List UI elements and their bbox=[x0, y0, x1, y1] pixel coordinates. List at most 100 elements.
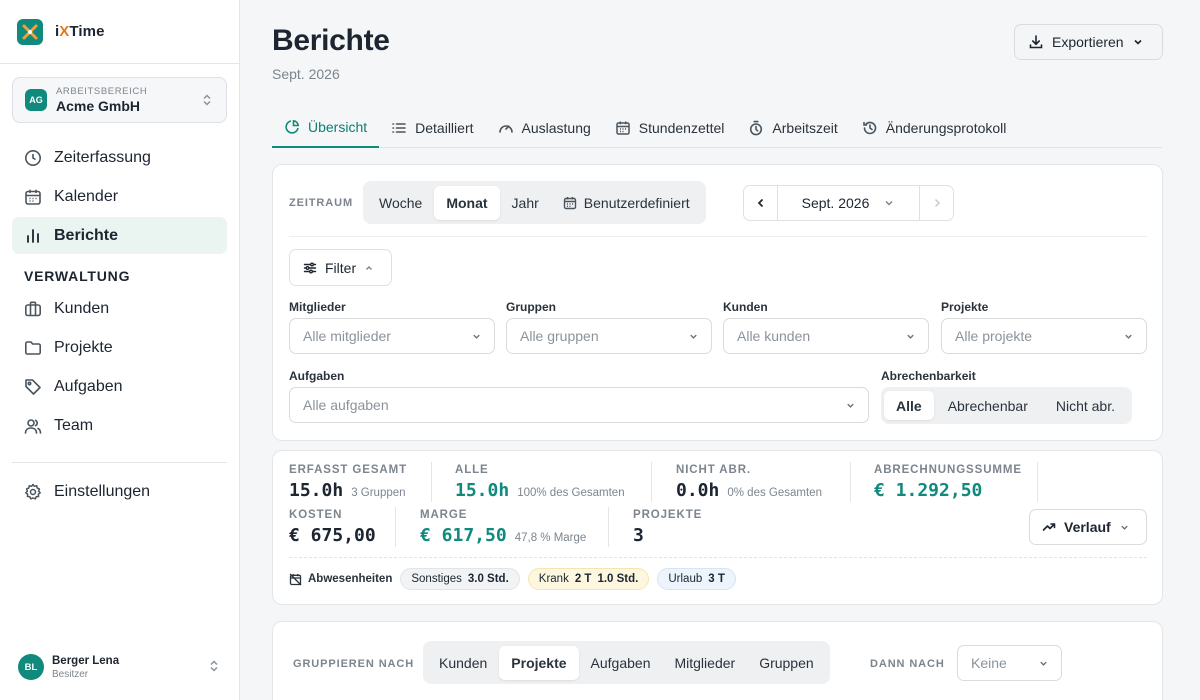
group-by-kunden[interactable]: Kunden bbox=[427, 646, 499, 680]
group-by-gruppen[interactable]: Gruppen bbox=[747, 646, 825, 680]
stat-value: 15.0h bbox=[455, 480, 510, 501]
stat-sub: 3 Gruppen bbox=[351, 487, 406, 499]
nav-item-team[interactable]: Team bbox=[12, 407, 227, 444]
projects-label: Projekte bbox=[941, 300, 989, 314]
members-label: Mitglieder bbox=[289, 300, 346, 314]
billable-billable[interactable]: Abrechenbar bbox=[934, 391, 1042, 420]
stat-all: ALLE 15.0h 100% des Gesamten bbox=[455, 464, 625, 501]
stat-divider bbox=[1037, 462, 1038, 502]
settings-nav: Einstellungen bbox=[12, 473, 227, 512]
projects-select[interactable]: Alle projekte bbox=[941, 318, 1147, 354]
chevron-up-down-icon bbox=[207, 659, 221, 673]
history-icon bbox=[862, 120, 878, 136]
period-select[interactable]: Sept. 2026 bbox=[777, 186, 920, 220]
stopwatch-icon bbox=[748, 120, 764, 136]
billable-all[interactable]: Alle bbox=[884, 391, 934, 420]
gauge-icon bbox=[498, 120, 514, 136]
billable-nonbillable[interactable]: Nicht abr. bbox=[1042, 391, 1129, 420]
nav-section-title: VERWALTUNG bbox=[24, 268, 131, 284]
period-custom[interactable]: Benutzerdefiniert bbox=[551, 186, 702, 220]
chevron-down-icon bbox=[688, 331, 699, 342]
main-content: Berichte Sept. 2026 Exportieren Übersich… bbox=[240, 0, 1200, 700]
workspace-switcher[interactable]: AG ARBEITSBEREICH Acme GmbH bbox=[12, 77, 227, 123]
nav-item-label: Projekte bbox=[54, 338, 113, 356]
tab-label: Auslastung bbox=[521, 120, 591, 136]
calendar-icon bbox=[615, 120, 631, 136]
group-by-label: GRUPPIEREN NACH bbox=[293, 658, 415, 670]
divider bbox=[289, 557, 1147, 558]
stat-label: MARGE bbox=[420, 509, 468, 521]
clients-placeholder: Alle kunden bbox=[737, 328, 811, 344]
brand[interactable]: iXTime bbox=[0, 0, 239, 64]
tab-stundenzettel[interactable]: Stundenzettel bbox=[603, 108, 737, 148]
app-logo-icon bbox=[17, 18, 43, 45]
nav-item-label: Aufgaben bbox=[54, 377, 123, 395]
nav-item-einstellungen[interactable]: Einstellungen bbox=[12, 473, 227, 510]
absence-chip-sonstiges: Sonstiges 3.0 Std. bbox=[400, 568, 520, 590]
chevron-down-icon bbox=[905, 331, 916, 342]
stat-costs: KOSTEN € 675,00 bbox=[289, 509, 376, 546]
group-by-aufgaben[interactable]: Aufgaben bbox=[579, 646, 663, 680]
period-navigator: Sept. 2026 bbox=[743, 185, 954, 221]
tab-label: Änderungsprotokoll bbox=[885, 120, 1007, 136]
filter-toggle-button[interactable]: Filter bbox=[289, 249, 392, 286]
tasks-label: Aufgaben bbox=[289, 369, 345, 383]
nav-divider bbox=[12, 462, 227, 463]
tab-auslastung[interactable]: Auslastung bbox=[486, 108, 603, 148]
filter-card: ZEITRAUM Woche Monat Jahr Benutzerdefini… bbox=[272, 164, 1163, 441]
tasks-select[interactable]: Alle aufgaben bbox=[289, 387, 869, 423]
groups-select[interactable]: Alle gruppen bbox=[506, 318, 712, 354]
grouping-card: GRUPPIEREN NACH Kunden Projekte Aufgaben… bbox=[272, 621, 1163, 700]
bar-chart-icon bbox=[24, 227, 42, 245]
clients-label: Kunden bbox=[723, 300, 768, 314]
chevron-down-icon bbox=[845, 400, 856, 411]
tab-aenderungsprotokoll[interactable]: Änderungsprotokoll bbox=[850, 108, 1019, 148]
stat-sub: 100% des Gesamten bbox=[517, 487, 625, 499]
then-by-value: Keine bbox=[971, 655, 1007, 671]
tab-detailliert[interactable]: Detailliert bbox=[379, 108, 485, 148]
page-title: Berichte bbox=[272, 24, 390, 57]
absence-value: 3 T bbox=[708, 573, 725, 585]
stat-label: ABRECHNUNGSSUMME bbox=[874, 464, 1022, 476]
sidebar: iXTime AG ARBEITSBEREICH Acme GmbH Zeite… bbox=[0, 0, 240, 700]
nav-item-berichte[interactable]: Berichte bbox=[12, 217, 227, 254]
nav-item-projekte[interactable]: Projekte bbox=[12, 329, 227, 366]
period-month[interactable]: Monat bbox=[434, 185, 500, 220]
then-by-select[interactable]: Keine bbox=[957, 645, 1062, 681]
chevron-down-icon bbox=[1119, 522, 1130, 533]
group-by-projekte[interactable]: Projekte bbox=[499, 645, 579, 680]
period-year[interactable]: Jahr bbox=[500, 186, 551, 220]
next-period-button[interactable] bbox=[920, 186, 953, 220]
absence-value: 2 T bbox=[574, 573, 592, 585]
nav-item-aufgaben[interactable]: Aufgaben bbox=[12, 368, 227, 405]
stat-label: PROJEKTE bbox=[633, 509, 703, 521]
groups-label: Gruppen bbox=[506, 300, 556, 314]
chevron-left-icon bbox=[755, 197, 767, 209]
stat-projects: PROJEKTE 3 bbox=[633, 509, 702, 546]
trending-up-icon bbox=[1042, 520, 1056, 534]
stat-value: 15.0h bbox=[289, 480, 344, 501]
tab-arbeitszeit[interactable]: Arbeitszeit bbox=[736, 108, 849, 148]
main-nav: Zeiterfassung Kalender Berichte VERWALTU… bbox=[12, 139, 227, 446]
group-by-mitglieder[interactable]: Mitglieder bbox=[662, 646, 747, 680]
billable-segmented: Alle Abrechenbar Nicht abr. bbox=[881, 387, 1132, 424]
clients-select[interactable]: Alle kunden bbox=[723, 318, 929, 354]
tab-uebersicht[interactable]: Übersicht bbox=[272, 108, 380, 148]
stat-divider bbox=[608, 507, 609, 547]
stat-divider bbox=[850, 462, 851, 502]
tab-label: Stundenzettel bbox=[638, 120, 725, 136]
stat-divider bbox=[431, 462, 432, 502]
nav-item-kunden[interactable]: Kunden bbox=[12, 290, 227, 327]
calendar-icon bbox=[24, 188, 42, 206]
period-week[interactable]: Woche bbox=[367, 186, 434, 220]
nav-item-label: Zeiterfassung bbox=[54, 148, 151, 166]
nav-item-kalender[interactable]: Kalender bbox=[12, 178, 227, 215]
export-button[interactable]: Exportieren bbox=[1014, 24, 1163, 60]
nav-item-label: Berichte bbox=[54, 226, 119, 244]
trend-button[interactable]: Verlauf bbox=[1029, 509, 1147, 545]
previous-period-button[interactable] bbox=[744, 186, 777, 220]
nav-item-zeiterfassung[interactable]: Zeiterfassung bbox=[12, 139, 227, 176]
absences-title: Abwesenheiten bbox=[289, 573, 392, 586]
user-menu[interactable]: BL Berger Lena Besitzer bbox=[18, 653, 223, 681]
members-select[interactable]: Alle mitglieder bbox=[289, 318, 495, 354]
